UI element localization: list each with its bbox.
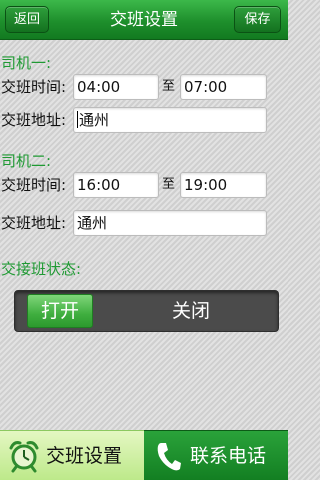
- driver2-section-label: 司机二:: [1, 152, 52, 170]
- toggle-on-button[interactable]: 打开: [27, 294, 93, 328]
- driver1-address-field[interactable]: 通州: [73, 107, 267, 133]
- driver1-address-value: 通州: [79, 111, 110, 129]
- driver2-end-time-value: 19:00: [184, 176, 228, 194]
- driver1-time-label: 交班时间:: [1, 78, 67, 96]
- driver1-address-label: 交班地址:: [1, 111, 67, 129]
- driver1-section-label: 司机一:: [1, 54, 52, 72]
- shift-status-toggle[interactable]: 打开 关闭: [14, 290, 279, 332]
- tab-shift-settings-label: 交班设置: [46, 445, 123, 467]
- driver2-time-label: 交班时间:: [1, 176, 67, 194]
- driver2-end-time-field[interactable]: 19:00: [180, 172, 267, 198]
- tab-contact-phone-label: 联系电话: [190, 445, 267, 467]
- toggle-off-button[interactable]: 关闭: [105, 291, 277, 331]
- driver1-to-label: 至: [162, 79, 176, 94]
- alarm-clock-icon: [8, 439, 40, 473]
- driver1-start-time-field[interactable]: 04:00: [73, 74, 159, 100]
- driver2-address-field[interactable]: 通州: [73, 210, 267, 236]
- phone-icon: [152, 439, 184, 473]
- page-title: 交班设置: [110, 10, 178, 30]
- driver1-end-time-field[interactable]: 07:00: [180, 74, 267, 100]
- status-section-label: 交接班状态:: [1, 260, 82, 278]
- driver1-start-time-value: 04:00: [77, 78, 121, 96]
- driver2-start-time-value: 16:00: [77, 176, 121, 194]
- driver2-start-time-field[interactable]: 16:00: [73, 172, 159, 198]
- text-cursor: [77, 111, 78, 128]
- driver2-address-value: 通州: [77, 214, 108, 232]
- tab-contact-phone[interactable]: 联系电话: [144, 430, 288, 480]
- back-button[interactable]: 返回: [5, 6, 49, 33]
- title-bar: 返回 交班设置 保存: [0, 0, 288, 40]
- driver2-address-label: 交班地址:: [1, 214, 67, 232]
- bottom-tab-bar: 交班设置 联系电话: [0, 430, 288, 480]
- driver2-to-label: 至: [162, 177, 176, 192]
- driver1-end-time-value: 07:00: [184, 78, 228, 96]
- save-button[interactable]: 保存: [234, 6, 281, 33]
- tab-shift-settings[interactable]: 交班设置: [0, 430, 144, 480]
